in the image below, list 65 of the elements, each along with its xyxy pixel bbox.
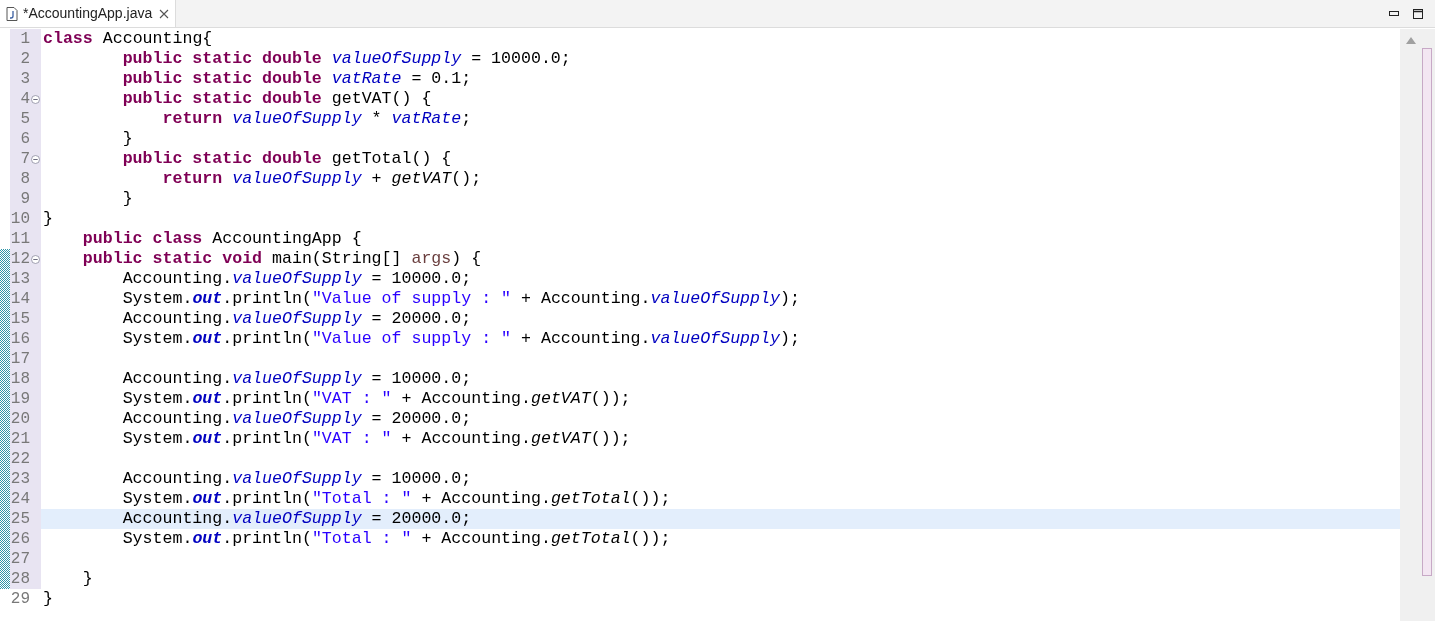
line-number: 14 — [10, 289, 30, 309]
code-line: public static double vatRate = 0.1; — [121, 69, 472, 89]
java-file-icon — [6, 6, 18, 21]
code-line: System.out.println("VAT : " + Accounting.getVAT()); — [121, 389, 631, 409]
code-line: System.out.println("Value of supply : " + Accounting.valueOfSupply); — [121, 289, 800, 309]
line-number: 11 — [10, 229, 30, 249]
line-number: 18 — [10, 369, 30, 389]
close-icon[interactable] — [159, 8, 170, 19]
line-number: 23 — [10, 469, 30, 489]
editor-tab[interactable]: *AccountingApp.java — [0, 0, 177, 27]
line-number: 13 — [10, 269, 30, 289]
code-line: } — [121, 189, 133, 209]
line-number: 3 — [20, 69, 30, 89]
line-number: 21 — [10, 429, 30, 449]
code-line: Accounting.valueOfSupply = 10000.0; — [121, 269, 472, 289]
code-line: public static double valueOfSupply = 10000.0; — [121, 49, 571, 69]
code-line: } — [43, 589, 53, 609]
code-line: return valueOfSupply + getVAT(); — [161, 169, 482, 189]
line-number: 8 — [20, 169, 30, 189]
collapse-icon[interactable] — [31, 254, 40, 264]
line-number: 10 — [10, 209, 30, 229]
code-line: public static double getTotal() { — [121, 149, 452, 169]
code-line: } — [121, 129, 133, 149]
line-number: 29 — [10, 589, 30, 609]
code-line: Accounting.valueOfSupply = 10000.0; — [121, 369, 472, 389]
code-line: System.out.println("VAT : " + Accounting.getVAT()); — [121, 429, 631, 449]
line-number: 26 — [10, 529, 30, 549]
line-number: 1 — [20, 29, 30, 49]
code-line: System.out.println("Value of supply : " + Accounting.valueOfSupply); — [121, 329, 800, 349]
line-number: 22 — [10, 449, 30, 469]
collapse-icon[interactable] — [31, 94, 40, 104]
line-number: 5 — [20, 109, 30, 129]
code-line: } — [81, 569, 93, 589]
code-line: return valueOfSupply * vatRate; — [161, 109, 472, 129]
code-line: Accounting.valueOfSupply = 10000.0; — [121, 469, 472, 489]
code-line: public class AccountingApp { — [81, 229, 362, 249]
tab-title: *AccountingApp.java — [23, 4, 153, 23]
collapse-icon[interactable] — [31, 154, 40, 164]
line-number: 19 — [10, 389, 30, 409]
line-number: 4 — [20, 89, 30, 109]
line-number: 15 — [10, 309, 30, 329]
code-line: Accounting.valueOfSupply = 20000.0; — [121, 509, 472, 529]
code-line: Accounting.valueOfSupply = 20000.0; — [121, 409, 472, 429]
line-number: 25 — [10, 509, 30, 529]
line-number: 16 — [10, 329, 30, 349]
code-line: System.out.println("Total : " + Accounting.getTotal()); — [121, 529, 671, 549]
line-number: 9 — [20, 189, 30, 209]
line-number: 20 — [10, 409, 30, 429]
maximize-icon[interactable] — [1413, 8, 1423, 19]
line-number: 7 — [20, 149, 30, 169]
line-number: 2 — [20, 49, 30, 69]
line-number: 6 — [20, 129, 30, 149]
code-line: System.out.println("Total : " + Accounting.getTotal()); — [121, 489, 671, 509]
minimize-icon[interactable] — [1389, 11, 1399, 16]
line-number: 17 — [10, 349, 30, 369]
code-line: } — [43, 209, 53, 229]
scrollbar-thumb[interactable] — [1422, 48, 1432, 576]
code-line: class Accounting{ — [43, 29, 213, 49]
line-number: 24 — [10, 489, 30, 509]
line-number: 12 — [10, 249, 30, 269]
code-line: public static void main(String[] args) { — [81, 249, 482, 269]
code-line: Accounting.valueOfSupply = 20000.0; — [121, 309, 472, 329]
line-number: 27 — [10, 549, 30, 569]
code-line: public static double getVAT() { — [121, 89, 432, 109]
line-number: 28 — [10, 569, 30, 589]
